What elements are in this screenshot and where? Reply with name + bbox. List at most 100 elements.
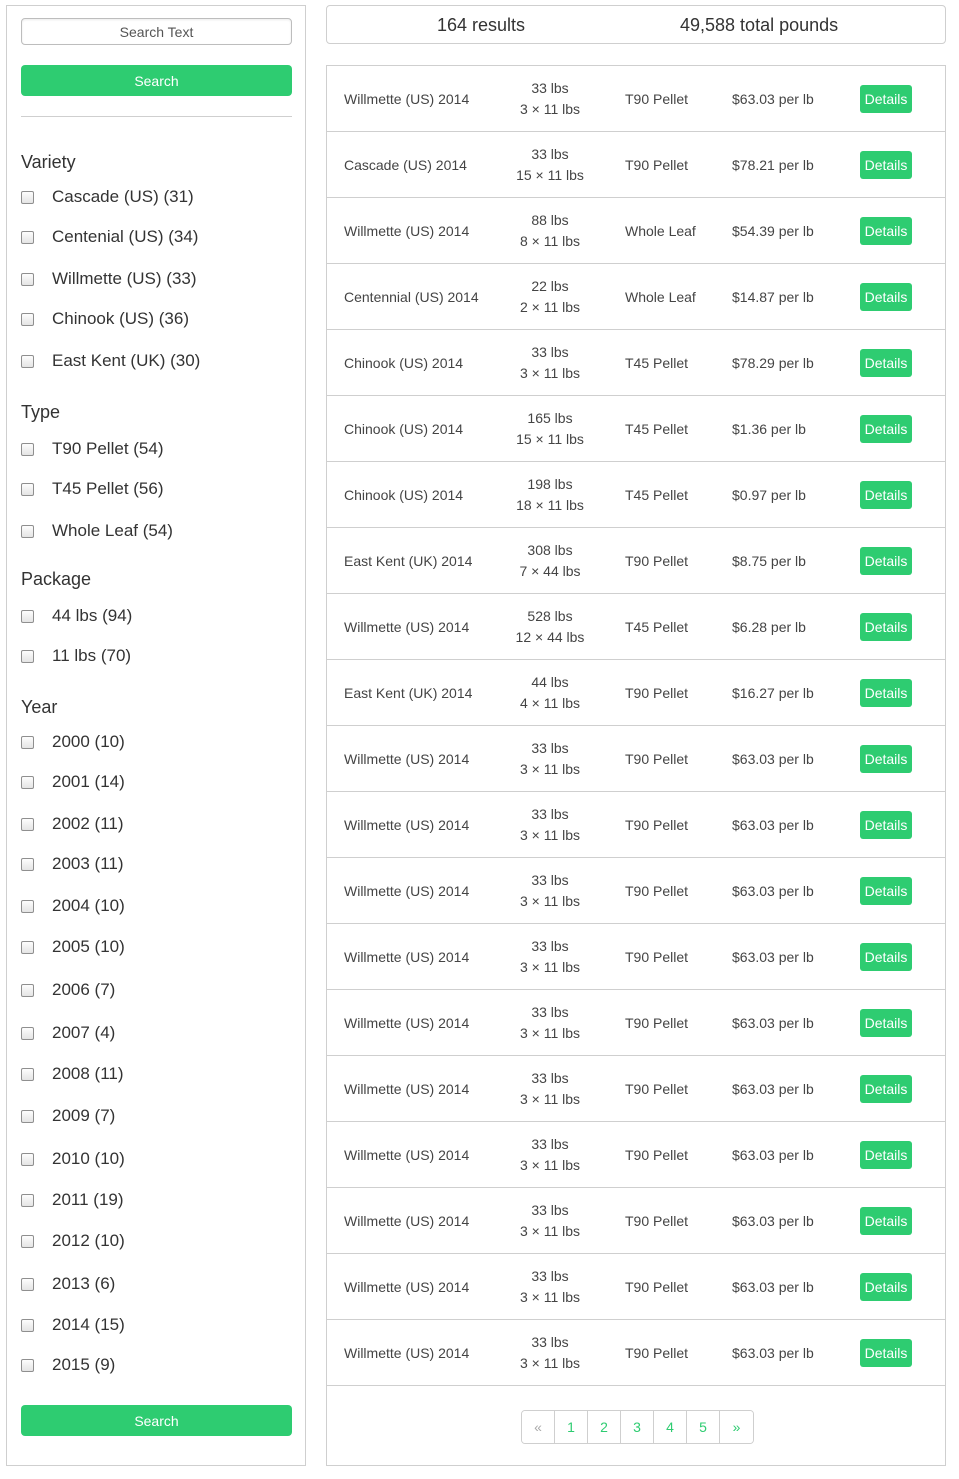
pagination-page-5[interactable]: 5 — [687, 1411, 720, 1443]
checkbox[interactable] — [21, 1358, 34, 1372]
pagination-page-1[interactable]: 1 — [555, 1411, 588, 1443]
year-option-2011[interactable]: 2011 (19) — [21, 1188, 124, 1212]
search-input[interactable] — [21, 18, 292, 45]
row-package: 3 × 11 lbs — [519, 1223, 581, 1239]
type-option-t45[interactable]: T45 Pellet (56) — [21, 477, 164, 501]
details-button[interactable]: Details — [860, 877, 912, 905]
variety-option-chinook[interactable]: Chinook (US) (36) — [21, 307, 189, 331]
checkbox[interactable] — [21, 524, 34, 538]
result-row: Willmette (US) 2014 88 lbs 8 × 11 lbs Whole… — [327, 198, 945, 264]
row-price: $78.29 per lb — [732, 355, 814, 371]
details-button[interactable]: Details — [860, 943, 912, 971]
year-option-2000[interactable]: 2000 (10) — [21, 730, 125, 754]
search-button[interactable]: Search — [21, 65, 292, 96]
pagination-prev[interactable]: « — [522, 1411, 555, 1443]
pagination-page-4[interactable]: 4 — [654, 1411, 687, 1443]
checkbox[interactable] — [21, 649, 34, 663]
row-package: 4 × 11 lbs — [519, 695, 581, 711]
details-button[interactable]: Details — [860, 1339, 912, 1367]
checkbox[interactable] — [21, 940, 34, 954]
checkbox[interactable] — [21, 354, 34, 368]
variety-option-cascade[interactable]: Cascade (US) (31) — [21, 185, 194, 209]
variety-option-centenial[interactable]: Centenial (US) (34) — [21, 225, 198, 249]
row-price: $63.03 per lb — [732, 883, 814, 899]
checkbox[interactable] — [21, 775, 34, 789]
details-button[interactable]: Details — [860, 613, 912, 641]
checkbox[interactable] — [21, 230, 34, 244]
checkbox[interactable] — [21, 817, 34, 831]
checkbox[interactable] — [21, 272, 34, 286]
checkbox[interactable] — [21, 1109, 34, 1123]
checkbox[interactable] — [21, 735, 34, 749]
row-price: $63.03 per lb — [732, 1213, 814, 1229]
checkbox[interactable] — [21, 1067, 34, 1081]
row-quantity: 33 lbs 3 × 11 lbs — [505, 1056, 595, 1122]
variety-option-willmette[interactable]: Willmette (US) (33) — [21, 267, 197, 291]
details-button[interactable]: Details — [860, 1009, 912, 1037]
pagination-next[interactable]: » — [720, 1411, 753, 1443]
checkbox[interactable] — [21, 983, 34, 997]
row-package: 3 × 11 lbs — [519, 959, 581, 975]
details-button[interactable]: Details — [860, 1141, 912, 1169]
checkbox[interactable] — [21, 857, 34, 871]
year-option-2002[interactable]: 2002 (11) — [21, 812, 124, 836]
year-option-2001[interactable]: 2001 (14) — [21, 770, 125, 794]
year-option-2014[interactable]: 2014 (15) — [21, 1313, 125, 1337]
details-button[interactable]: Details — [860, 85, 912, 113]
variety-option-east-kent[interactable]: East Kent (UK) (30) — [21, 349, 200, 373]
details-button[interactable]: Details — [860, 415, 912, 443]
year-option-2004[interactable]: 2004 (10) — [21, 894, 125, 918]
year-option-2008[interactable]: 2008 (11) — [21, 1062, 124, 1086]
details-button[interactable]: Details — [860, 745, 912, 773]
package-option-11[interactable]: 11 lbs (70) — [21, 644, 131, 668]
checkbox[interactable] — [21, 1152, 34, 1166]
checkbox[interactable] — [21, 609, 34, 623]
details-button[interactable]: Details — [860, 1273, 912, 1301]
year-option-2009[interactable]: 2009 (7) — [21, 1104, 115, 1128]
pagination-page-2[interactable]: 2 — [588, 1411, 621, 1443]
year-option-2013[interactable]: 2013 (6) — [21, 1272, 115, 1296]
row-weight: 44 lbs — [531, 674, 569, 690]
year-option-2012[interactable]: 2012 (10) — [21, 1229, 125, 1253]
year-option-2010[interactable]: 2010 (10) — [21, 1147, 125, 1171]
details-button[interactable]: Details — [860, 1075, 912, 1103]
checkbox[interactable] — [21, 442, 34, 456]
details-button[interactable]: Details — [860, 1207, 912, 1235]
row-package: 3 × 11 lbs — [519, 761, 581, 777]
row-weight: 308 lbs — [527, 542, 573, 558]
details-button[interactable]: Details — [860, 679, 912, 707]
row-price: $1.36 per lb — [732, 421, 806, 437]
year-option-2003[interactable]: 2003 (11) — [21, 852, 124, 876]
details-button[interactable]: Details — [860, 283, 912, 311]
search-button-bottom[interactable]: Search — [21, 1405, 292, 1436]
type-option-t90[interactable]: T90 Pellet (54) — [21, 437, 164, 461]
checkbox[interactable] — [21, 899, 34, 913]
checkbox[interactable] — [21, 1234, 34, 1248]
checkbox[interactable] — [21, 1193, 34, 1207]
checkbox[interactable] — [21, 312, 34, 326]
pagination-page-3[interactable]: 3 — [621, 1411, 654, 1443]
year-option-2007[interactable]: 2007 (4) — [21, 1021, 115, 1045]
row-type: T90 Pellet — [625, 1147, 689, 1163]
package-option-44[interactable]: 44 lbs (94) — [21, 604, 132, 628]
details-button[interactable]: Details — [860, 151, 912, 179]
details-button[interactable]: Details — [860, 217, 912, 245]
type-option-whole-leaf[interactable]: Whole Leaf (54) — [21, 519, 173, 543]
checkbox[interactable] — [21, 190, 34, 204]
year-option-2015[interactable]: 2015 (9) — [21, 1353, 115, 1377]
row-package: 3 × 11 lbs — [519, 1025, 581, 1041]
checkbox[interactable] — [21, 482, 34, 496]
row-name: Chinook (US) 2014 — [344, 355, 464, 371]
checkbox[interactable] — [21, 1026, 34, 1040]
checkbox[interactable] — [21, 1318, 34, 1332]
details-button[interactable]: Details — [860, 349, 912, 377]
details-button[interactable]: Details — [860, 811, 912, 839]
year-option-2005[interactable]: 2005 (10) — [21, 935, 125, 959]
total-pounds: 49,588 total pounds — [680, 15, 839, 35]
row-type: T90 Pellet — [625, 1081, 689, 1097]
checkbox[interactable] — [21, 1277, 34, 1291]
details-button[interactable]: Details — [860, 481, 912, 509]
year-option-2006[interactable]: 2006 (7) — [21, 978, 115, 1002]
details-button[interactable]: Details — [860, 547, 912, 575]
row-weight: 33 lbs — [531, 1004, 569, 1020]
